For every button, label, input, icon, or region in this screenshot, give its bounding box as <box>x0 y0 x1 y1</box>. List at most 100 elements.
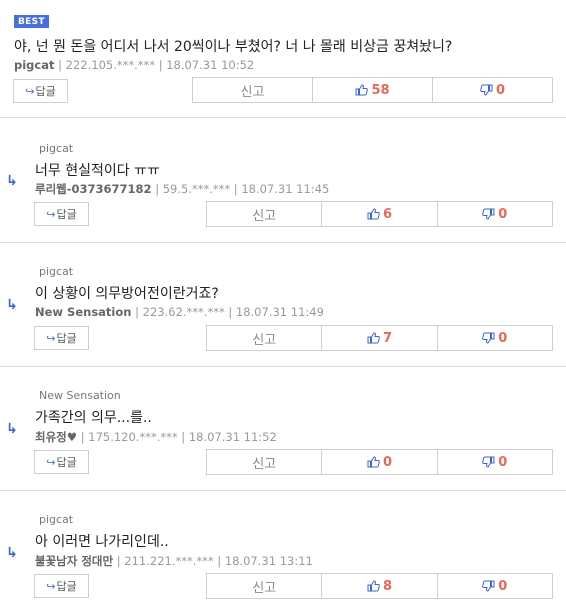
dislike-count: 0 <box>498 578 508 594</box>
comment-text: 가족간의 의무...를.. <box>35 410 152 426</box>
report-button[interactable]: 신고 <box>207 574 323 598</box>
reply-comment: ↳ New Sensation 가족간의 의무...를.. 최유정♥ | 175… <box>0 367 566 491</box>
reply-indent-icon: ↳ <box>6 421 18 437</box>
meta-divider: | <box>181 430 189 444</box>
reply-comment: ↳ pigcat 아 이러면 나가리인데.. 불꽃남자 정대만 | 211.22… <box>0 491 566 613</box>
meta-divider: | <box>135 305 143 319</box>
comment-ip: 223.62.***.*** <box>142 305 225 319</box>
reply-button[interactable]: ↪ 답글 <box>34 326 89 350</box>
comment-author[interactable]: pigcat <box>14 58 54 72</box>
thumbs-up-icon <box>367 207 380 222</box>
meta-divider: | <box>58 58 66 72</box>
comment-meta: New Sensation | 223.62.***.*** | 18.07.3… <box>35 305 324 319</box>
thumbs-down-icon <box>482 331 495 346</box>
reply-button-label: 답글 <box>56 580 77 593</box>
meta-divider: | <box>155 182 163 196</box>
dislike-count: 0 <box>498 330 508 346</box>
comment-text: 이 상황이 의무방어전이란거죠? <box>35 286 219 302</box>
reply-button-label: 답글 <box>35 85 56 98</box>
report-button[interactable]: 신고 <box>207 450 323 474</box>
dislike-button[interactable]: 0 <box>438 450 552 474</box>
report-button[interactable]: 신고 <box>207 326 323 350</box>
reply-button-label: 답글 <box>56 332 77 345</box>
like-count: 0 <box>382 454 393 470</box>
reply-comment: ↳ pigcat 너무 현실적이다 ㅠㅠ 루리웹-0373677182 | 59… <box>0 118 566 242</box>
comment-text: 아 이러면 나가리인데.. <box>35 534 169 550</box>
thumbs-down-icon <box>482 579 495 594</box>
reply-arrow-icon: ↪ <box>46 331 56 345</box>
meta-divider: | <box>228 305 236 319</box>
dislike-count: 0 <box>495 82 506 98</box>
dislike-button[interactable]: 0 <box>438 326 552 350</box>
comment-author[interactable]: 최유정♥ <box>35 430 77 444</box>
dislike-button[interactable]: 0 <box>438 202 552 226</box>
comment-date: 18.07.31 11:45 <box>241 182 330 196</box>
reply-to-author: pigcat <box>39 265 74 278</box>
dislike-button[interactable]: 0 <box>433 78 552 102</box>
comment-date: 18.07.31 11:49 <box>235 305 324 319</box>
thumbs-up-icon <box>367 331 380 346</box>
comment-ip: 175.120.***.*** <box>88 430 178 444</box>
reply-to-author: pigcat <box>39 142 74 155</box>
comment-meta: 루리웹-0373677182 | 59.5.***.*** | 18.07.31… <box>35 181 329 197</box>
vote-bar: 신고 58 0 <box>192 77 553 103</box>
dislike-button[interactable]: 0 <box>438 574 552 598</box>
comment-meta: 최유정♥ | 175.120.***.*** | 18.07.31 11:52 <box>35 429 277 445</box>
meta-divider: | <box>217 554 225 568</box>
comment-ip: 59.5.***.*** <box>162 182 231 196</box>
comment-ip: 222.105.***.*** <box>65 58 156 72</box>
reply-button[interactable]: ↪ 답글 <box>34 574 89 598</box>
reply-arrow-icon: ↪ <box>46 579 56 593</box>
report-button[interactable]: 신고 <box>207 202 323 226</box>
thumbs-down-icon <box>482 455 495 470</box>
comment-ip: 211.221.***.*** <box>124 554 214 568</box>
reply-arrow-icon: ↪ <box>25 84 35 98</box>
like-count: 8 <box>382 578 393 594</box>
like-button[interactable]: 7 <box>322 326 438 350</box>
thumbs-up-icon <box>367 455 380 470</box>
comment-author[interactable]: 루리웹-0373677182 <box>35 182 152 196</box>
comment-date: 18.07.31 10:52 <box>166 58 255 72</box>
report-button[interactable]: 신고 <box>193 78 313 102</box>
comment-meta: 불꽃남자 정대만 | 211.221.***.*** | 18.07.31 13… <box>35 553 313 569</box>
like-button[interactable]: 58 <box>313 78 433 102</box>
like-count: 6 <box>382 206 393 222</box>
vote-bar: 신고 0 0 <box>206 449 553 475</box>
vote-bar: 신고 8 0 <box>206 573 553 599</box>
like-button[interactable]: 8 <box>322 574 438 598</box>
reply-comment: ↳ pigcat 이 상황이 의무방어전이란거죠? New Sensation … <box>0 243 566 367</box>
reply-indent-icon: ↳ <box>6 545 18 561</box>
vote-bar: 신고 6 0 <box>206 201 553 227</box>
reply-indent-icon: ↳ <box>6 173 18 189</box>
dislike-count: 0 <box>498 206 508 222</box>
reply-button[interactable]: ↪ 답글 <box>34 450 89 474</box>
reply-arrow-icon: ↪ <box>46 207 56 221</box>
reply-button[interactable]: ↪ 답글 <box>13 79 68 103</box>
comment-author[interactable]: New Sensation <box>35 305 131 319</box>
best-badge: BEST <box>14 15 49 28</box>
reply-to-author: pigcat <box>39 513 74 526</box>
vote-bar: 신고 7 0 <box>206 325 553 351</box>
reply-arrow-icon: ↪ <box>46 455 56 469</box>
reply-button[interactable]: ↪ 답글 <box>34 202 89 226</box>
thumbs-up-icon <box>367 579 380 594</box>
like-button[interactable]: 0 <box>322 450 438 474</box>
comment-author[interactable]: 불꽃남자 정대만 <box>35 554 113 568</box>
reply-button-label: 답글 <box>56 208 77 221</box>
comment-meta: pigcat | 222.105.***.*** | 18.07.31 10:5… <box>14 58 254 72</box>
thumbs-up-icon <box>355 83 369 98</box>
comment-date: 18.07.31 13:11 <box>224 554 313 568</box>
comment-text: 야, 넌 뭔 돈을 어디서 나서 20씩이나 부쳤어? 너 나 몰래 비상금 꿍… <box>14 39 453 55</box>
like-count: 7 <box>382 330 393 346</box>
thumbs-down-icon <box>480 83 493 98</box>
reply-to-author: New Sensation <box>39 389 121 402</box>
dislike-count: 0 <box>498 454 508 470</box>
like-button[interactable]: 6 <box>322 202 438 226</box>
comment-date: 18.07.31 11:52 <box>188 430 277 444</box>
comment-text: 너무 현실적이다 ㅠㅠ <box>35 163 160 179</box>
like-count: 58 <box>371 82 390 98</box>
reply-button-label: 답글 <box>56 456 77 469</box>
reply-indent-icon: ↳ <box>6 297 18 313</box>
best-comment: BEST 야, 넌 뭔 돈을 어디서 나서 20씩이나 부쳤어? 너 나 몰래 … <box>0 0 566 117</box>
thumbs-down-icon <box>482 207 495 222</box>
